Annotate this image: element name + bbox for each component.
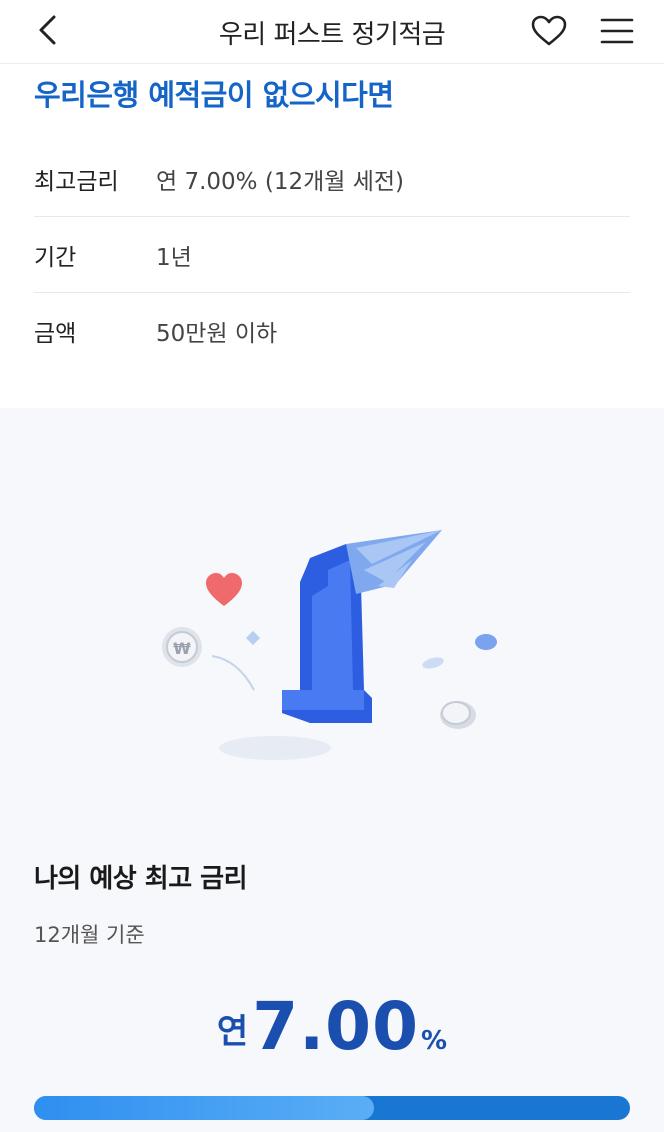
expected-rate-value: 연7.00% xyxy=(0,988,664,1065)
info-value: 50만원 이하 xyxy=(156,321,278,347)
coin-right-icon xyxy=(440,701,476,729)
svg-text:₩: ₩ xyxy=(173,639,191,658)
info-value: 1년 xyxy=(156,244,192,271)
heart-outline-icon xyxy=(531,15,567,46)
info-value: 연 7.00% (12개월 세전) xyxy=(156,168,405,195)
number-one-party-illustration: ₩ xyxy=(162,530,497,760)
expected-rate-title: 나의 예상 최고 금리 xyxy=(34,864,248,894)
rate-unit: % xyxy=(421,1026,448,1056)
info-row-period: 기간 1년 xyxy=(34,217,630,293)
info-label: 최고금리 xyxy=(34,168,119,195)
product-headline: 우리은행 예적금이 없으시다면 xyxy=(34,78,394,112)
info-row-amount: 금액 50만원 이하 xyxy=(34,293,630,369)
info-row-max-rate: 최고금리 연 7.00% (12개월 세전) xyxy=(34,141,630,217)
coin-left-icon: ₩ xyxy=(162,627,202,667)
hamburger-menu-icon xyxy=(600,18,634,44)
menu-button[interactable] xyxy=(596,12,638,50)
favorite-button[interactable] xyxy=(528,12,570,50)
heart-decoration-icon xyxy=(206,573,242,606)
info-label: 기간 xyxy=(34,244,77,271)
top-bar: 우리 퍼스트 정기적금 xyxy=(0,0,664,64)
rate-progress-bar xyxy=(34,1096,630,1120)
rate-number: 7.00 xyxy=(252,988,420,1065)
expected-rate-subtitle: 12개월 기준 xyxy=(34,923,145,947)
rate-progress-fill xyxy=(34,1096,374,1120)
rate-prefix: 연 xyxy=(216,1012,249,1052)
info-label: 금액 xyxy=(34,321,77,347)
